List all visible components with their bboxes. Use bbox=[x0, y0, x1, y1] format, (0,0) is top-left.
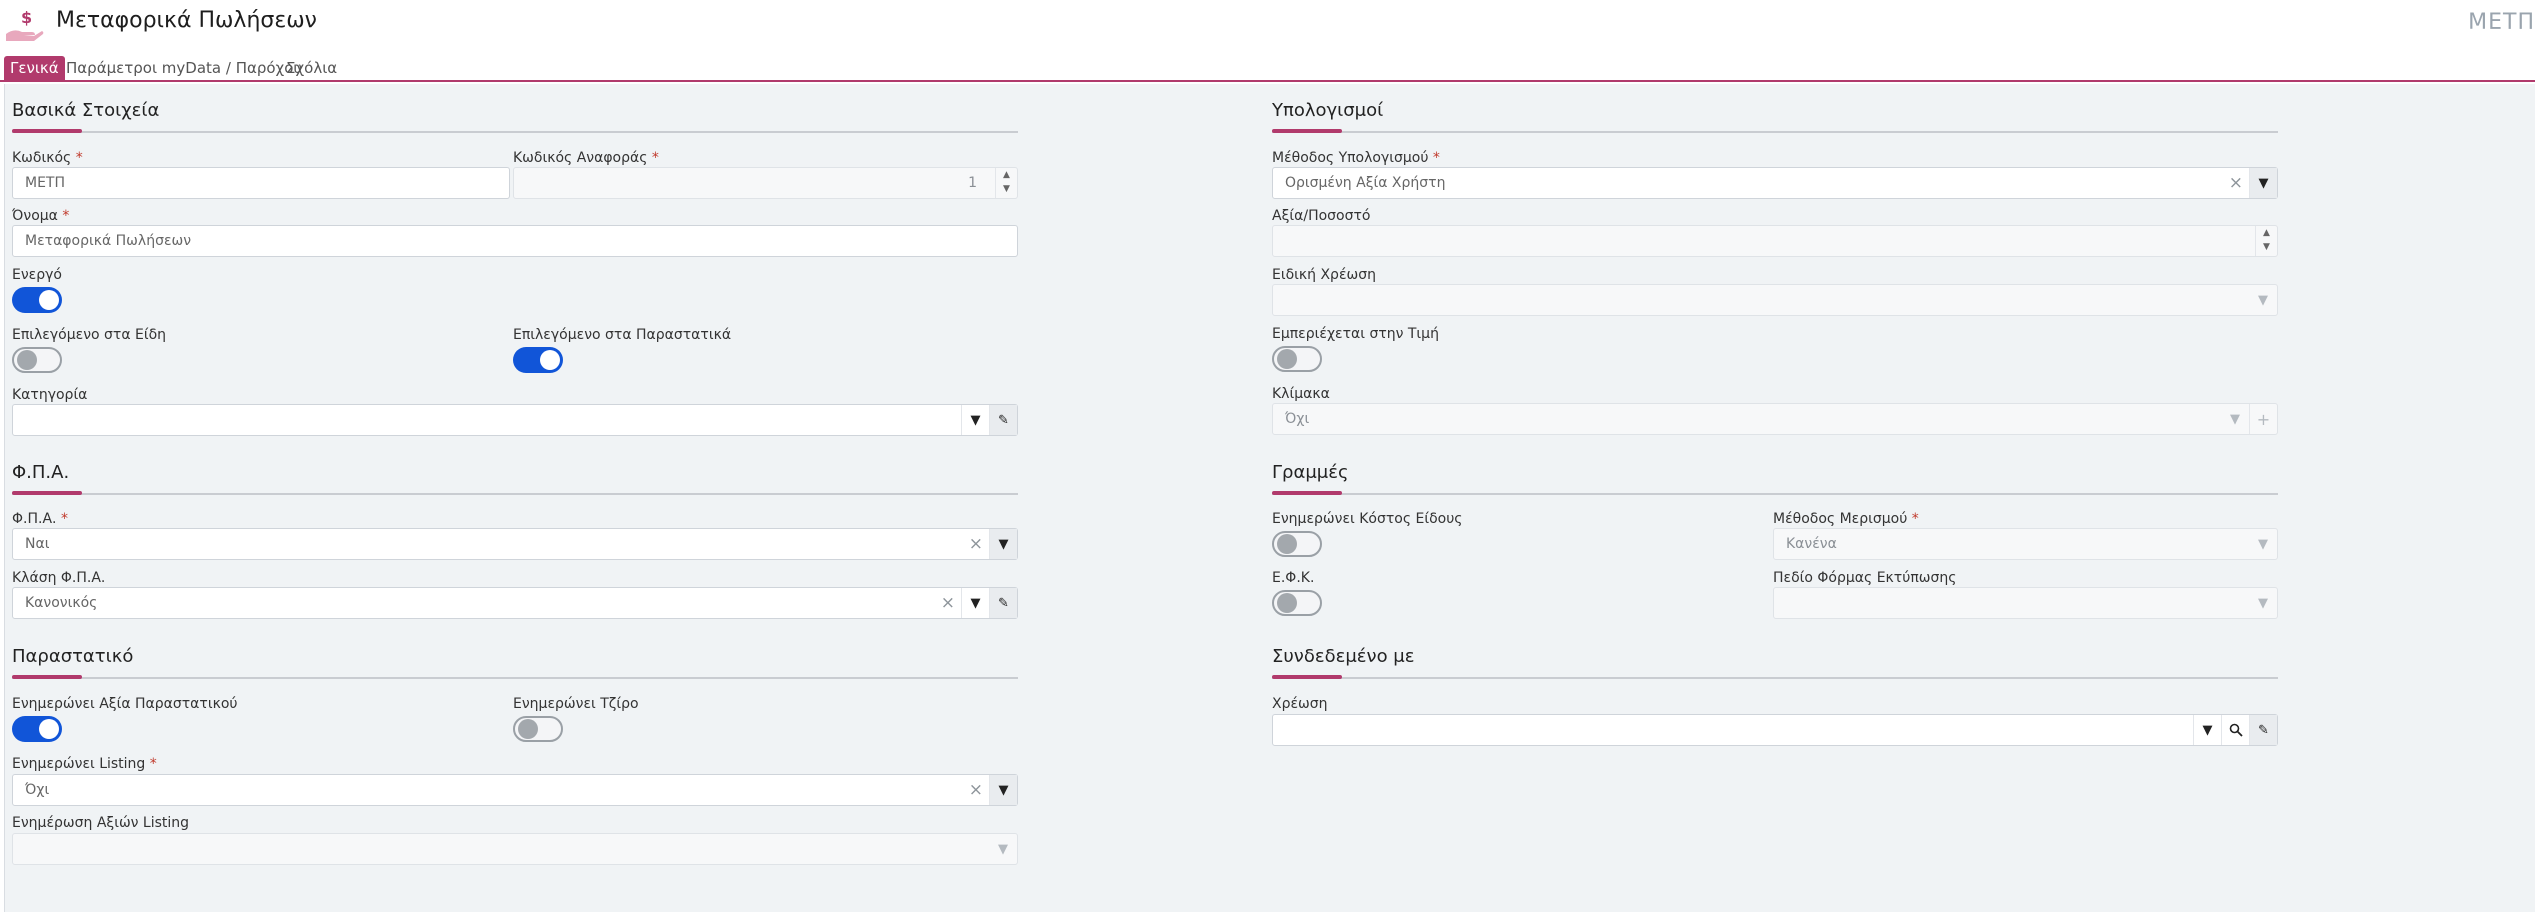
section-title-vat: Φ.Π.Α. bbox=[12, 462, 70, 483]
special-charge-select[interactable]: ▼ bbox=[1272, 284, 2278, 316]
section-accent bbox=[1272, 675, 1342, 679]
update-cost-toggle[interactable] bbox=[1272, 531, 1322, 557]
pencil-icon[interactable]: ✎ bbox=[989, 405, 1017, 435]
section-divider bbox=[12, 131, 1018, 133]
pencil-icon[interactable]: ✎ bbox=[2249, 715, 2277, 745]
update-doc-value-toggle[interactable] bbox=[12, 716, 62, 742]
special-charge-label: Ειδική Χρέωση bbox=[1272, 267, 1376, 283]
selectable-items-toggle[interactable] bbox=[12, 347, 62, 373]
charge-label: Χρέωση bbox=[1272, 696, 1328, 712]
number-stepper[interactable]: ▲ ▼ bbox=[2255, 226, 2277, 256]
amount-input[interactable]: ▲ ▼ bbox=[1272, 225, 2278, 257]
caret-down-icon[interactable]: ▼ bbox=[2221, 404, 2249, 434]
tab-bar: Γενικά Παράμετροι myData / Παρόχου Σχόλι… bbox=[0, 56, 2535, 82]
listing-values-label: Ενημέρωση Αξιών Listing bbox=[12, 815, 190, 831]
form-content: Βασικά Στοιχεία Κωδικός * ΜΕΤΠ Κωδικός Α… bbox=[4, 84, 2535, 912]
calc-method-select[interactable]: Ορισμένη Αξία Χρήστη × ▼ bbox=[1272, 167, 2278, 199]
efk-toggle[interactable] bbox=[1272, 590, 1322, 616]
efk-label: Ε.Φ.Κ. bbox=[1272, 570, 1315, 586]
tab-comments[interactable]: Σχόλια bbox=[280, 56, 343, 82]
section-title-basic: Βασικά Στοιχεία bbox=[12, 100, 160, 121]
close-icon[interactable]: × bbox=[941, 593, 955, 613]
page-header: $ Μεταφορικά Πωλήσεων ΜΕΤΠ bbox=[0, 0, 2535, 56]
pencil-icon[interactable]: ✎ bbox=[989, 588, 1017, 618]
scale-select[interactable]: Όχι ▼ + bbox=[1272, 403, 2278, 435]
caret-down-icon[interactable]: ▼ bbox=[961, 405, 989, 435]
vat-class-label: Κλάση Φ.Π.Α. bbox=[12, 570, 106, 586]
section-title-calc: Υπολογισμοί bbox=[1272, 100, 1384, 121]
scale-label: Κλίμακα bbox=[1272, 386, 1330, 402]
section-accent bbox=[1272, 491, 1342, 495]
section-divider bbox=[12, 493, 1018, 495]
update-turnover-toggle[interactable] bbox=[513, 716, 563, 742]
category-label: Κατηγορία bbox=[12, 387, 88, 403]
selectable-docs-toggle[interactable] bbox=[513, 347, 563, 373]
code-input[interactable]: ΜΕΤΠ bbox=[12, 167, 510, 199]
section-accent bbox=[12, 129, 82, 133]
update-cost-label: Ενημερώνει Κόστος Είδους bbox=[1272, 511, 1463, 527]
section-divider bbox=[12, 677, 1018, 679]
caret-down-icon[interactable]: ▼ bbox=[2249, 588, 2277, 618]
split-method-label: Μέθοδος Μερισμού * bbox=[1773, 511, 1919, 527]
tab-general[interactable]: Γενικά bbox=[4, 56, 65, 82]
update-listing-select[interactable]: Όχι × ▼ bbox=[12, 774, 1018, 806]
name-label: Όνομα * bbox=[12, 208, 70, 224]
caret-down-icon[interactable]: ▼ bbox=[989, 775, 1017, 805]
caret-down-icon[interactable]: ▼ bbox=[989, 834, 1017, 864]
vat-class-select[interactable]: Κανονικός × ▼ ✎ bbox=[12, 587, 1018, 619]
section-divider bbox=[1272, 677, 2278, 679]
calc-method-label: Μέθοδος Υπολογισμού * bbox=[1272, 150, 1440, 166]
close-icon[interactable]: × bbox=[969, 534, 983, 554]
category-select[interactable]: ▼ ✎ bbox=[12, 404, 1018, 436]
selectable-items-label: Επιλεγόμενο στα Είδη bbox=[12, 327, 167, 343]
record-code: ΜΕΤΠ bbox=[2468, 10, 2535, 35]
update-doc-value-label: Ενημερώνει Αξία Παραστατικού bbox=[12, 696, 238, 712]
hand-dollar-icon: $ bbox=[4, 6, 44, 44]
section-title-document: Παραστατικό bbox=[12, 646, 134, 667]
amount-label: Αξία/Ποσοστό bbox=[1272, 208, 1371, 224]
selectable-docs-label: Επιλεγόμενο στα Παραστατικά bbox=[513, 327, 732, 343]
caret-down-icon[interactable]: ▼ bbox=[2249, 529, 2277, 559]
section-title-linked: Συνδεδεμένο με bbox=[1272, 646, 1415, 667]
section-title-lines: Γραμμές bbox=[1272, 462, 1349, 483]
section-accent bbox=[1272, 129, 1342, 133]
section-divider bbox=[1272, 131, 2278, 133]
code-label: Κωδικός * bbox=[12, 150, 83, 166]
update-listing-label: Ενημερώνει Listing * bbox=[12, 756, 157, 772]
caret-down-icon[interactable]: ▼ bbox=[2249, 285, 2277, 315]
close-icon[interactable]: × bbox=[969, 780, 983, 800]
section-accent bbox=[12, 491, 82, 495]
listing-values-select[interactable]: ▼ bbox=[12, 833, 1018, 865]
print-field-label: Πεδίο Φόρμας Εκτύπωσης bbox=[1773, 570, 1957, 586]
name-input[interactable]: Μεταφορικά Πωλήσεων bbox=[12, 225, 1018, 257]
caret-down-icon[interactable]: ▼ bbox=[2193, 715, 2221, 745]
number-stepper[interactable]: ▲ ▼ bbox=[995, 168, 1017, 198]
included-in-price-label: Εμπεριέχεται στην Τιμή bbox=[1272, 326, 1439, 342]
ref-code-label: Κωδικός Αναφοράς * bbox=[513, 150, 659, 166]
section-divider bbox=[1272, 493, 2278, 495]
page-title: Μεταφορικά Πωλήσεων bbox=[56, 8, 317, 33]
split-method-select[interactable]: Κανένα ▼ bbox=[1773, 528, 2278, 560]
caret-down-icon[interactable]: ▼ bbox=[989, 529, 1017, 559]
active-toggle[interactable] bbox=[12, 287, 62, 313]
print-field-select[interactable]: ▼ bbox=[1773, 587, 2278, 619]
svg-text:$: $ bbox=[21, 8, 32, 27]
section-accent bbox=[12, 675, 82, 679]
close-icon[interactable]: × bbox=[2229, 173, 2243, 193]
ref-code-input[interactable]: 1 ▲ ▼ bbox=[513, 167, 1018, 199]
magnifier-icon[interactable] bbox=[2221, 715, 2249, 745]
included-in-price-toggle[interactable] bbox=[1272, 346, 1322, 372]
tab-mydata-params[interactable]: Παράμετροι myData / Παρόχου bbox=[60, 56, 308, 82]
plus-icon[interactable]: + bbox=[2249, 404, 2277, 434]
caret-down-icon[interactable]: ▼ bbox=[2249, 168, 2277, 198]
caret-down-icon[interactable]: ▼ bbox=[961, 588, 989, 618]
vat-label: Φ.Π.Α. * bbox=[12, 511, 68, 527]
vat-select[interactable]: Ναι × ▼ bbox=[12, 528, 1018, 560]
update-turnover-label: Ενημερώνει Τζίρο bbox=[513, 696, 639, 712]
active-label: Ενεργό bbox=[12, 267, 62, 283]
charge-select[interactable]: ▼ ✎ bbox=[1272, 714, 2278, 746]
